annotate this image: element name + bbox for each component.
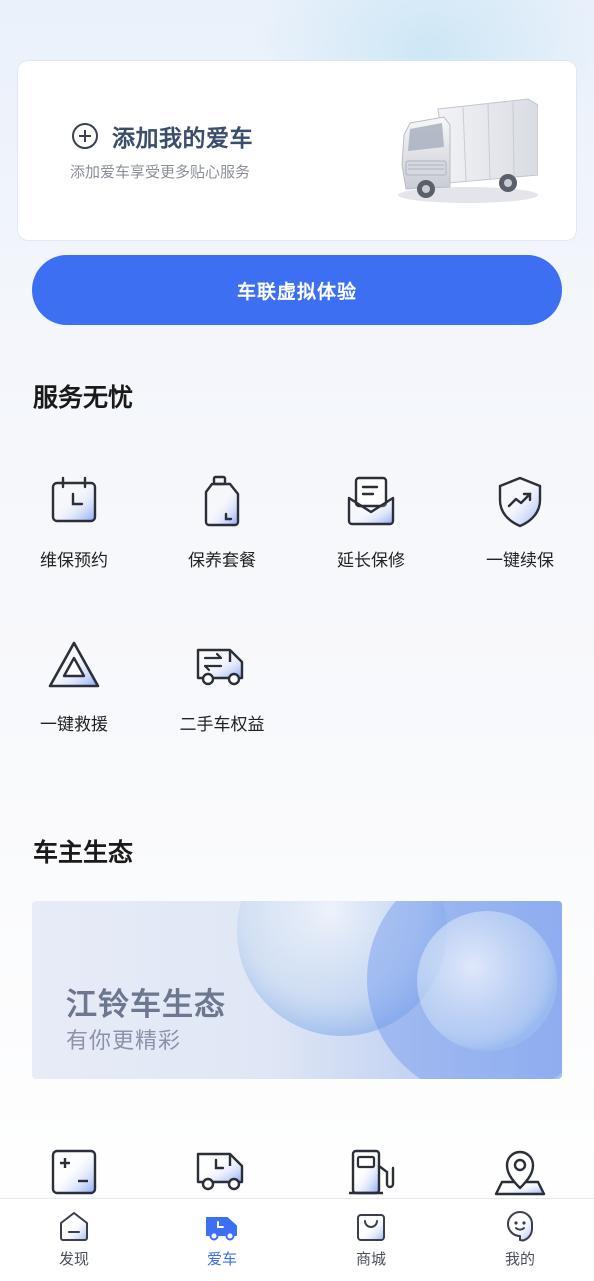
plus-minus-icon xyxy=(51,1149,97,1195)
virtual-experience-button[interactable]: 车联虚拟体验 xyxy=(32,255,562,325)
bottom-tab-bar: 发现 爱车 商城 我的 xyxy=(0,1198,594,1281)
services-section-title: 服务无忧 xyxy=(33,383,134,412)
tab-label: 我的 xyxy=(504,1250,535,1268)
oil-bottle-icon xyxy=(204,475,240,527)
banner-title: 江铃车生态 xyxy=(66,987,226,1023)
add-car-card[interactable]: 添加我的爱车 添加爱车享受更多贴心服务 xyxy=(18,61,576,240)
service-label: 二手车权益 xyxy=(179,715,265,735)
envelope-doc-icon xyxy=(347,476,395,526)
warning-triangle-icon xyxy=(48,641,100,688)
service-roadside-rescue[interactable]: 一键救援 xyxy=(0,638,148,735)
add-car-title: 添加我的爱车 xyxy=(112,126,253,152)
service-used-car-benefits[interactable]: 二手车权益 xyxy=(148,638,296,735)
service-label: 一键续保 xyxy=(486,551,554,571)
tab-mall[interactable]: 商城 xyxy=(297,1199,445,1281)
shopping-bag-icon xyxy=(357,1214,385,1241)
service-maintenance-booking[interactable]: 维保预约 xyxy=(0,474,148,571)
ecosystem-item-2[interactable] xyxy=(148,1148,296,1204)
service-one-click-renewal[interactable]: 一键续保 xyxy=(446,474,594,571)
truck-icon xyxy=(206,1217,237,1241)
service-label: 维保预约 xyxy=(40,551,108,571)
map-pin-icon xyxy=(494,1150,546,1196)
tab-mine[interactable]: 我的 xyxy=(446,1199,594,1281)
tab-discover[interactable]: 发现 xyxy=(0,1199,148,1281)
ecosystem-section-title: 车主生态 xyxy=(33,838,134,867)
ecosystem-item-3[interactable] xyxy=(297,1148,445,1204)
banner-subtitle: 有你更精彩 xyxy=(66,1029,182,1054)
shield-chart-icon xyxy=(498,476,542,528)
service-maintenance-package[interactable]: 保养套餐 xyxy=(148,474,296,571)
tab-label: 商城 xyxy=(355,1250,386,1268)
service-extended-warranty[interactable]: 延长保修 xyxy=(297,474,445,571)
plus-circle-icon xyxy=(72,123,98,149)
service-label: 一键救援 xyxy=(40,715,108,735)
ecosystem-item-4[interactable] xyxy=(446,1148,594,1204)
service-label: 保养套餐 xyxy=(188,551,256,571)
tab-my-car[interactable]: 爱车 xyxy=(148,1199,296,1281)
ecosystem-banner[interactable]: 江铃车生态 有你更精彩 xyxy=(32,901,562,1079)
fuel-pump-icon xyxy=(349,1149,395,1195)
truck-transfer-icon xyxy=(196,648,244,686)
home-icon xyxy=(60,1212,88,1241)
calendar-icon xyxy=(51,476,97,523)
profile-icon xyxy=(507,1211,533,1242)
truck-clock-icon xyxy=(196,1152,244,1191)
ecosystem-item-1[interactable] xyxy=(0,1148,148,1204)
truck-illustration xyxy=(398,98,538,203)
service-label: 延长保修 xyxy=(337,551,405,571)
add-car-subtitle: 添加爱车享受更多贴心服务 xyxy=(70,163,251,181)
add-car-row[interactable]: 添加我的爱车 xyxy=(72,119,253,153)
tab-label: 爱车 xyxy=(206,1250,237,1268)
tab-label: 发现 xyxy=(58,1250,89,1268)
